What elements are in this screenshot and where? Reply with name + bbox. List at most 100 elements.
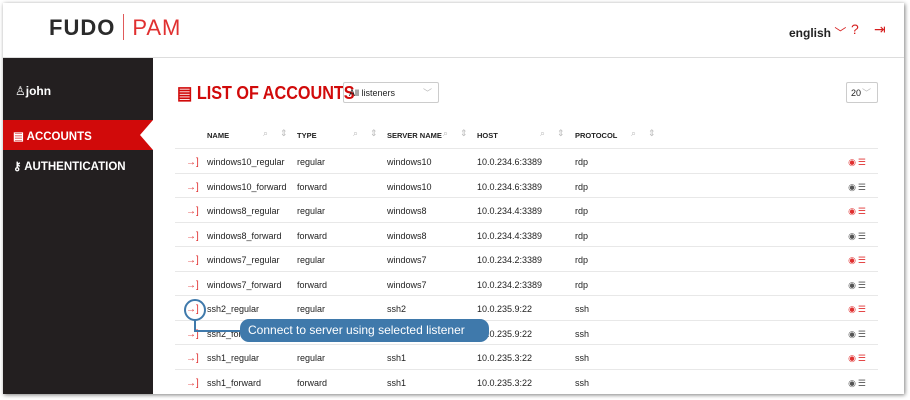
account-type: regular: [297, 255, 326, 265]
host: 10.0.235.3:22: [477, 377, 533, 388]
host: 10.0.234.4:3389: [477, 230, 543, 241]
column-header[interactable]: PROTOCOL: [575, 131, 617, 140]
eye-icon[interactable]: ◉: [848, 329, 858, 339]
host: 10.0.234.4:3389: [477, 206, 543, 216]
column-header[interactable]: SERVER NAME: [387, 131, 442, 140]
tooltip: Connect to server using selected listene…: [240, 319, 489, 342]
sidebar: ♙john ▤ ACCOUNTS ⚷ AUTHENTICATION: [3, 58, 153, 394]
eye-icon[interactable]: ◉: [848, 206, 858, 216]
connect-icon[interactable]: →]: [186, 255, 199, 266]
account-name: windows7_regular: [207, 255, 280, 265]
column-header[interactable]: NAME: [207, 131, 229, 140]
list-icon[interactable]: ☰: [858, 157, 868, 167]
connect-icon[interactable]: →]: [186, 231, 199, 242]
eye-icon[interactable]: ◉: [848, 353, 858, 363]
connect-icon[interactable]: →]: [186, 157, 199, 168]
sort-icon[interactable]: ⇕: [460, 128, 468, 139]
server-name: windows7: [387, 255, 427, 265]
account-name: windows8_forward: [207, 230, 282, 241]
connect-icon[interactable]: →]: [186, 353, 199, 364]
logo: FUDO PAM: [49, 14, 182, 40]
connect-icon[interactable]: →]: [186, 378, 199, 389]
connect-icon[interactable]: →]: [186, 182, 199, 193]
book-icon: ▤: [13, 131, 27, 143]
list-icon[interactable]: ☰: [858, 378, 868, 388]
account-name: ssh1_regular: [207, 353, 260, 363]
table-row: →] windows7_forward forward windows7 10.…: [175, 270, 878, 296]
list-icon[interactable]: ☰: [858, 280, 868, 290]
search-icon[interactable]: ⌕: [443, 128, 448, 139]
eye-icon[interactable]: ◉: [848, 255, 858, 265]
search-icon[interactable]: ⌕: [540, 128, 545, 139]
list-icon[interactable]: ☰: [858, 353, 868, 363]
sidebar-item-authentication[interactable]: ⚷ AUTHENTICATION: [3, 150, 153, 180]
eye-icon[interactable]: ◉: [848, 304, 858, 314]
sidebar-item-accounts[interactable]: ▤ ACCOUNTS: [3, 120, 153, 150]
logout-icon[interactable]: ⇥: [874, 21, 886, 38]
chevron-down-icon: ﹀: [422, 88, 432, 98]
table-row: →] windows10_forward forward windows10 1…: [175, 172, 878, 198]
protocol: rdp: [575, 157, 589, 167]
per-page-select[interactable]: 20 ﹀: [846, 82, 878, 103]
server-name: windows10: [387, 157, 432, 167]
account-name: ssh2_regular: [207, 304, 260, 314]
list-icon[interactable]: ☰: [858, 304, 868, 314]
column-header[interactable]: HOST: [477, 131, 498, 140]
server-name: windows8: [387, 230, 427, 241]
eye-icon[interactable]: ◉: [848, 231, 858, 241]
sort-icon[interactable]: ⇕: [280, 128, 288, 139]
protocol: rdp: [575, 181, 589, 192]
host: 10.0.234.2:3389: [477, 279, 543, 290]
tooltip-connector: [194, 320, 244, 332]
sort-icon[interactable]: ⇕: [648, 128, 656, 139]
server-name: windows8: [387, 206, 427, 216]
chevron-down-icon: ﹀: [861, 88, 871, 98]
eye-icon[interactable]: ◉: [848, 378, 858, 388]
column-header[interactable]: TYPE: [297, 131, 317, 140]
host: 10.0.235.9:22: [477, 304, 533, 314]
list-icon[interactable]: ☰: [858, 255, 868, 265]
language-select[interactable]: english ﹀: [789, 24, 846, 41]
protocol: ssh: [575, 328, 590, 339]
account-type: forward: [297, 181, 328, 192]
host: 10.0.234.6:3389: [477, 181, 543, 192]
host: 10.0.234.6:3389: [477, 157, 543, 167]
account-type: regular: [297, 206, 326, 216]
server-name: ssh1: [387, 377, 407, 388]
protocol: ssh: [575, 353, 590, 363]
list-icon[interactable]: ☰: [858, 182, 868, 192]
sort-icon[interactable]: ⇕: [370, 128, 378, 139]
search-icon[interactable]: ⌕: [353, 128, 358, 139]
key-icon: ⚷: [13, 161, 25, 173]
table-row: →] windows8_regular regular windows8 10.…: [175, 197, 878, 222]
host: 10.0.235.3:22: [477, 353, 533, 363]
account-name: windows8_regular: [207, 206, 280, 216]
sort-icon[interactable]: ⇕: [557, 128, 565, 139]
question-icon[interactable]: ?: [851, 21, 859, 37]
account-name: ssh1_forward: [207, 377, 262, 388]
user-icon: ♙: [15, 84, 26, 98]
user-name[interactable]: ♙john: [15, 84, 51, 98]
eye-icon[interactable]: ◉: [848, 157, 858, 167]
listener-select[interactable]: All listeners ﹀: [343, 82, 439, 103]
server-name: ssh2: [387, 304, 407, 314]
table-row: →] windows8_forward forward windows8 10.…: [175, 221, 878, 247]
search-icon[interactable]: ⌕: [263, 128, 268, 139]
list-icon[interactable]: ☰: [858, 206, 868, 216]
protocol: rdp: [575, 279, 589, 290]
book-icon: ▤: [177, 83, 197, 103]
table-row: →] ssh1_regular regular ssh1 10.0.235.3:…: [175, 344, 878, 369]
list-icon[interactable]: ☰: [858, 329, 868, 339]
account-type: regular: [297, 157, 326, 167]
connect-icon[interactable]: →]: [186, 280, 199, 291]
app-window: FUDO PAM english ﹀ ? ⇥ ♙john ▤ ACCOUNTS ⚷…: [3, 3, 904, 394]
eye-icon[interactable]: ◉: [848, 280, 858, 290]
search-icon[interactable]: ⌕: [631, 128, 636, 139]
account-type: forward: [297, 279, 328, 290]
protocol: rdp: [575, 255, 589, 265]
eye-icon[interactable]: ◉: [848, 182, 858, 192]
list-icon[interactable]: ☰: [858, 231, 868, 241]
connect-icon[interactable]: →]: [186, 206, 199, 217]
server-name: windows10: [387, 181, 432, 192]
table-row: →] ssh2_regular regular ssh2 10.0.235.9:…: [175, 295, 878, 320]
